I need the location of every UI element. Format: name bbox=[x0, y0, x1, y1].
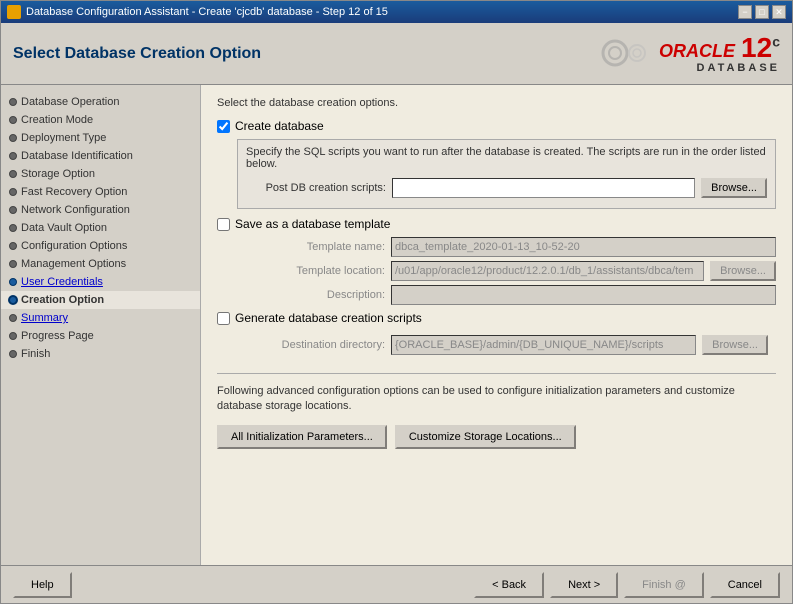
sidebar-dot bbox=[9, 242, 17, 250]
create-database-block: Specify the SQL scripts you want to run … bbox=[237, 139, 776, 209]
destination-dir-block: Destination directory: Browse... bbox=[237, 331, 776, 363]
scripts-description: Specify the SQL scripts you want to run … bbox=[246, 146, 767, 170]
sidebar-dot bbox=[9, 98, 17, 106]
sidebar-item-creation-mode: Creation Mode bbox=[1, 111, 200, 129]
save-template-label[interactable]: Save as a database template bbox=[235, 217, 390, 231]
oracle-branding: ORACLE 12c DATABASE bbox=[659, 34, 780, 74]
main-window: Database Configuration Assistant - Creat… bbox=[0, 0, 793, 604]
window-title: Database Configuration Assistant - Creat… bbox=[26, 6, 738, 18]
cancel-button[interactable]: Cancel bbox=[710, 572, 780, 598]
maximize-button[interactable]: □ bbox=[755, 5, 769, 19]
generate-scripts-row: Generate database creation scripts bbox=[217, 311, 776, 325]
sidebar-dot bbox=[9, 134, 17, 142]
all-init-params-button[interactable]: All Initialization Parameters... bbox=[217, 425, 387, 449]
sidebar-item-configuration-options: Configuration Options bbox=[1, 237, 200, 255]
sidebar-dot bbox=[9, 206, 17, 214]
template-location-row: Template location: Browse... bbox=[245, 261, 776, 281]
sidebar-item-database-identification: Database Identification bbox=[1, 147, 200, 165]
destination-dir-input bbox=[391, 335, 696, 355]
sidebar: Database Operation Creation Mode Deploym… bbox=[1, 85, 201, 565]
sidebar-dot bbox=[9, 260, 17, 268]
gear-icon bbox=[595, 31, 655, 76]
post-db-label: Post DB creation scripts: bbox=[246, 182, 386, 194]
oracle-product-text: DATABASE bbox=[697, 62, 780, 74]
customize-storage-button[interactable]: Customize Storage Locations... bbox=[395, 425, 576, 449]
template-location-input bbox=[391, 261, 704, 281]
sidebar-item-fast-recovery-option: Fast Recovery Option bbox=[1, 183, 200, 201]
description-input bbox=[391, 285, 776, 305]
sidebar-dot bbox=[9, 314, 17, 322]
footer-left: Help bbox=[13, 572, 72, 598]
template-name-label: Template name: bbox=[245, 241, 385, 253]
save-template-checkbox[interactable] bbox=[217, 218, 230, 231]
create-database-label[interactable]: Create database bbox=[235, 119, 324, 133]
sidebar-item-creation-option: Creation Option bbox=[1, 291, 200, 309]
next-button[interactable]: Next > bbox=[550, 572, 618, 598]
section-description: Select the database creation options. bbox=[217, 97, 776, 109]
minimize-button[interactable]: − bbox=[738, 5, 752, 19]
footer: Help < Back Next > Finish @ Cancel bbox=[1, 565, 792, 603]
browse-template-button: Browse... bbox=[710, 261, 776, 281]
back-button[interactable]: < Back bbox=[474, 572, 544, 598]
footer-right: < Back Next > Finish @ Cancel bbox=[474, 572, 780, 598]
sidebar-dot bbox=[9, 278, 17, 286]
sidebar-item-data-vault-option: Data Vault Option bbox=[1, 219, 200, 237]
template-name-row: Template name: bbox=[245, 237, 776, 257]
finish-button[interactable]: Finish @ bbox=[624, 572, 704, 598]
content-area: Database Operation Creation Mode Deploym… bbox=[1, 85, 792, 565]
divider bbox=[217, 373, 776, 374]
header: Select Database Creation Option ORACLE 1… bbox=[1, 23, 792, 85]
oracle-brand-text: ORACLE bbox=[659, 41, 735, 62]
template-location-label: Template location: bbox=[245, 265, 385, 277]
sidebar-dot bbox=[9, 116, 17, 124]
sidebar-item-storage-option: Storage Option bbox=[1, 165, 200, 183]
sidebar-dot bbox=[9, 188, 17, 196]
close-button[interactable]: ✕ bbox=[772, 5, 786, 19]
sidebar-dot bbox=[9, 350, 17, 358]
sidebar-dot bbox=[9, 224, 17, 232]
sidebar-item-database-operation: Database Operation bbox=[1, 93, 200, 111]
browse-post-db-button[interactable]: Browse... bbox=[701, 178, 767, 198]
sidebar-item-summary[interactable]: Summary bbox=[1, 309, 200, 327]
advanced-text: Following advanced configuration options… bbox=[217, 384, 776, 415]
save-template-row: Save as a database template bbox=[217, 217, 776, 231]
title-bar: Database Configuration Assistant - Creat… bbox=[1, 1, 792, 23]
sidebar-item-finish: Finish bbox=[1, 345, 200, 363]
sidebar-item-network-configuration: Network Configuration bbox=[1, 201, 200, 219]
page-title: Select Database Creation Option bbox=[13, 45, 261, 63]
sidebar-item-progress-page: Progress Page bbox=[1, 327, 200, 345]
oracle-version-text: 12c bbox=[741, 34, 780, 62]
post-db-input[interactable] bbox=[392, 178, 695, 198]
help-button[interactable]: Help bbox=[13, 572, 72, 598]
generate-scripts-checkbox[interactable] bbox=[217, 312, 230, 325]
sidebar-dot bbox=[9, 170, 17, 178]
sidebar-item-user-credentials[interactable]: User Credentials bbox=[1, 273, 200, 291]
description-label: Description: bbox=[245, 289, 385, 301]
destination-dir-row: Destination directory: Browse... bbox=[245, 335, 768, 355]
action-buttons: All Initialization Parameters... Customi… bbox=[217, 425, 776, 449]
oracle-logo: ORACLE 12c DATABASE bbox=[595, 31, 780, 76]
window-controls: − □ ✕ bbox=[738, 5, 786, 19]
description-row: Description: bbox=[245, 285, 776, 305]
template-name-input bbox=[391, 237, 776, 257]
sidebar-dot bbox=[9, 296, 17, 304]
post-db-row: Post DB creation scripts: Browse... bbox=[246, 178, 767, 198]
sidebar-dot bbox=[9, 332, 17, 340]
app-icon bbox=[7, 5, 21, 19]
main-content: Select the database creation options. Cr… bbox=[201, 85, 792, 565]
sidebar-item-deployment-type: Deployment Type bbox=[1, 129, 200, 147]
browse-destination-button: Browse... bbox=[702, 335, 768, 355]
sidebar-item-management-options: Management Options bbox=[1, 255, 200, 273]
sidebar-dot bbox=[9, 152, 17, 160]
create-database-checkbox[interactable] bbox=[217, 120, 230, 133]
destination-dir-label: Destination directory: bbox=[245, 339, 385, 351]
create-database-row: Create database bbox=[217, 119, 776, 133]
generate-scripts-label[interactable]: Generate database creation scripts bbox=[235, 311, 422, 325]
template-fields-block: Template name: Template location: Browse… bbox=[237, 237, 776, 305]
